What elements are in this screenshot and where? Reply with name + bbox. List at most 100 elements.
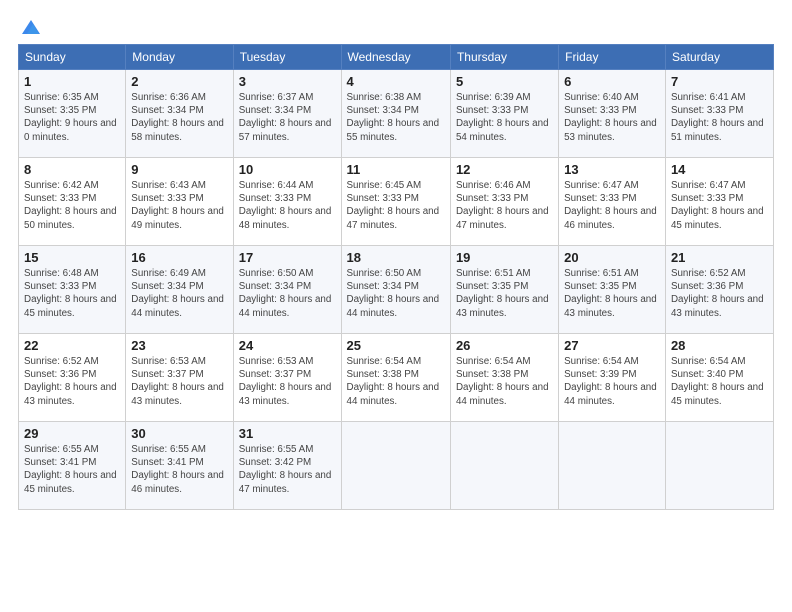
calendar-cell: 5 Sunrise: 6:39 AMSunset: 3:33 PMDayligh… [450, 70, 558, 158]
day-number: 15 [24, 250, 120, 265]
logo [18, 16, 42, 34]
calendar-cell: 17 Sunrise: 6:50 AMSunset: 3:34 PMDaylig… [233, 246, 341, 334]
day-detail: Sunrise: 6:52 AMSunset: 3:36 PMDaylight:… [24, 356, 117, 407]
calendar-cell: 4 Sunrise: 6:38 AMSunset: 3:34 PMDayligh… [341, 70, 450, 158]
calendar-cell: 12 Sunrise: 6:46 AMSunset: 3:33 PMDaylig… [450, 158, 558, 246]
calendar-cell: 31 Sunrise: 6:55 AMSunset: 3:42 PMDaylig… [233, 422, 341, 510]
day-number: 7 [671, 74, 768, 89]
day-detail: Sunrise: 6:39 AMSunset: 3:33 PMDaylight:… [456, 92, 549, 143]
day-detail: Sunrise: 6:54 AMSunset: 3:38 PMDaylight:… [456, 356, 549, 407]
calendar-cell: 22 Sunrise: 6:52 AMSunset: 3:36 PMDaylig… [19, 334, 126, 422]
day-number: 9 [131, 162, 227, 177]
calendar-week-1: 1 Sunrise: 6:35 AMSunset: 3:35 PMDayligh… [19, 70, 774, 158]
day-number: 18 [347, 250, 445, 265]
col-header-monday: Monday [126, 45, 233, 70]
calendar-cell: 24 Sunrise: 6:53 AMSunset: 3:37 PMDaylig… [233, 334, 341, 422]
day-number: 5 [456, 74, 553, 89]
calendar-cell: 23 Sunrise: 6:53 AMSunset: 3:37 PMDaylig… [126, 334, 233, 422]
calendar-cell: 1 Sunrise: 6:35 AMSunset: 3:35 PMDayligh… [19, 70, 126, 158]
calendar-cell: 28 Sunrise: 6:54 AMSunset: 3:40 PMDaylig… [665, 334, 773, 422]
calendar-cell: 6 Sunrise: 6:40 AMSunset: 3:33 PMDayligh… [559, 70, 666, 158]
calendar-cell: 11 Sunrise: 6:45 AMSunset: 3:33 PMDaylig… [341, 158, 450, 246]
day-number: 30 [131, 426, 227, 441]
day-number: 1 [24, 74, 120, 89]
calendar-week-4: 22 Sunrise: 6:52 AMSunset: 3:36 PMDaylig… [19, 334, 774, 422]
day-number: 27 [564, 338, 660, 353]
day-detail: Sunrise: 6:54 AMSunset: 3:38 PMDaylight:… [347, 356, 440, 407]
day-number: 23 [131, 338, 227, 353]
day-number: 4 [347, 74, 445, 89]
day-number: 28 [671, 338, 768, 353]
header [18, 16, 774, 34]
calendar-cell: 3 Sunrise: 6:37 AMSunset: 3:34 PMDayligh… [233, 70, 341, 158]
day-number: 21 [671, 250, 768, 265]
day-number: 12 [456, 162, 553, 177]
calendar-cell: 10 Sunrise: 6:44 AMSunset: 3:33 PMDaylig… [233, 158, 341, 246]
calendar-cell: 14 Sunrise: 6:47 AMSunset: 3:33 PMDaylig… [665, 158, 773, 246]
day-detail: Sunrise: 6:43 AMSunset: 3:33 PMDaylight:… [131, 180, 224, 231]
day-number: 2 [131, 74, 227, 89]
calendar-cell: 21 Sunrise: 6:52 AMSunset: 3:36 PMDaylig… [665, 246, 773, 334]
calendar-week-5: 29 Sunrise: 6:55 AMSunset: 3:41 PMDaylig… [19, 422, 774, 510]
day-detail: Sunrise: 6:47 AMSunset: 3:33 PMDaylight:… [671, 180, 764, 231]
calendar-cell: 15 Sunrise: 6:48 AMSunset: 3:33 PMDaylig… [19, 246, 126, 334]
calendar-cell: 27 Sunrise: 6:54 AMSunset: 3:39 PMDaylig… [559, 334, 666, 422]
calendar-table: SundayMondayTuesdayWednesdayThursdayFrid… [18, 44, 774, 510]
day-detail: Sunrise: 6:55 AMSunset: 3:41 PMDaylight:… [131, 444, 224, 495]
calendar-cell: 20 Sunrise: 6:51 AMSunset: 3:35 PMDaylig… [559, 246, 666, 334]
calendar-cell: 18 Sunrise: 6:50 AMSunset: 3:34 PMDaylig… [341, 246, 450, 334]
day-detail: Sunrise: 6:52 AMSunset: 3:36 PMDaylight:… [671, 268, 764, 319]
calendar-cell [341, 422, 450, 510]
calendar-cell: 9 Sunrise: 6:43 AMSunset: 3:33 PMDayligh… [126, 158, 233, 246]
day-detail: Sunrise: 6:51 AMSunset: 3:35 PMDaylight:… [456, 268, 549, 319]
day-number: 26 [456, 338, 553, 353]
day-detail: Sunrise: 6:37 AMSunset: 3:34 PMDaylight:… [239, 92, 332, 143]
day-number: 10 [239, 162, 336, 177]
col-header-tuesday: Tuesday [233, 45, 341, 70]
calendar-cell: 8 Sunrise: 6:42 AMSunset: 3:33 PMDayligh… [19, 158, 126, 246]
calendar-cell [559, 422, 666, 510]
calendar-week-2: 8 Sunrise: 6:42 AMSunset: 3:33 PMDayligh… [19, 158, 774, 246]
day-number: 16 [131, 250, 227, 265]
logo-icon [20, 16, 42, 38]
day-number: 6 [564, 74, 660, 89]
calendar-week-3: 15 Sunrise: 6:48 AMSunset: 3:33 PMDaylig… [19, 246, 774, 334]
calendar-cell [450, 422, 558, 510]
day-number: 25 [347, 338, 445, 353]
day-detail: Sunrise: 6:44 AMSunset: 3:33 PMDaylight:… [239, 180, 332, 231]
col-header-sunday: Sunday [19, 45, 126, 70]
day-detail: Sunrise: 6:54 AMSunset: 3:39 PMDaylight:… [564, 356, 657, 407]
calendar-cell: 30 Sunrise: 6:55 AMSunset: 3:41 PMDaylig… [126, 422, 233, 510]
calendar-header-row: SundayMondayTuesdayWednesdayThursdayFrid… [19, 45, 774, 70]
calendar-cell: 25 Sunrise: 6:54 AMSunset: 3:38 PMDaylig… [341, 334, 450, 422]
logo-block [18, 16, 42, 34]
day-detail: Sunrise: 6:48 AMSunset: 3:33 PMDaylight:… [24, 268, 117, 319]
day-detail: Sunrise: 6:50 AMSunset: 3:34 PMDaylight:… [239, 268, 332, 319]
day-detail: Sunrise: 6:55 AMSunset: 3:41 PMDaylight:… [24, 444, 117, 495]
day-detail: Sunrise: 6:49 AMSunset: 3:34 PMDaylight:… [131, 268, 224, 319]
day-detail: Sunrise: 6:46 AMSunset: 3:33 PMDaylight:… [456, 180, 549, 231]
calendar-cell: 2 Sunrise: 6:36 AMSunset: 3:34 PMDayligh… [126, 70, 233, 158]
day-number: 13 [564, 162, 660, 177]
calendar-cell: 29 Sunrise: 6:55 AMSunset: 3:41 PMDaylig… [19, 422, 126, 510]
day-detail: Sunrise: 6:42 AMSunset: 3:33 PMDaylight:… [24, 180, 117, 231]
col-header-friday: Friday [559, 45, 666, 70]
day-detail: Sunrise: 6:50 AMSunset: 3:34 PMDaylight:… [347, 268, 440, 319]
day-number: 17 [239, 250, 336, 265]
day-number: 20 [564, 250, 660, 265]
day-number: 31 [239, 426, 336, 441]
col-header-saturday: Saturday [665, 45, 773, 70]
day-number: 11 [347, 162, 445, 177]
day-detail: Sunrise: 6:41 AMSunset: 3:33 PMDaylight:… [671, 92, 764, 143]
day-detail: Sunrise: 6:35 AMSunset: 3:35 PMDaylight:… [24, 92, 117, 143]
day-number: 3 [239, 74, 336, 89]
calendar-cell: 13 Sunrise: 6:47 AMSunset: 3:33 PMDaylig… [559, 158, 666, 246]
day-detail: Sunrise: 6:47 AMSunset: 3:33 PMDaylight:… [564, 180, 657, 231]
day-detail: Sunrise: 6:53 AMSunset: 3:37 PMDaylight:… [131, 356, 224, 407]
day-detail: Sunrise: 6:53 AMSunset: 3:37 PMDaylight:… [239, 356, 332, 407]
calendar-cell [665, 422, 773, 510]
col-header-thursday: Thursday [450, 45, 558, 70]
calendar-cell: 26 Sunrise: 6:54 AMSunset: 3:38 PMDaylig… [450, 334, 558, 422]
day-detail: Sunrise: 6:51 AMSunset: 3:35 PMDaylight:… [564, 268, 657, 319]
day-detail: Sunrise: 6:45 AMSunset: 3:33 PMDaylight:… [347, 180, 440, 231]
